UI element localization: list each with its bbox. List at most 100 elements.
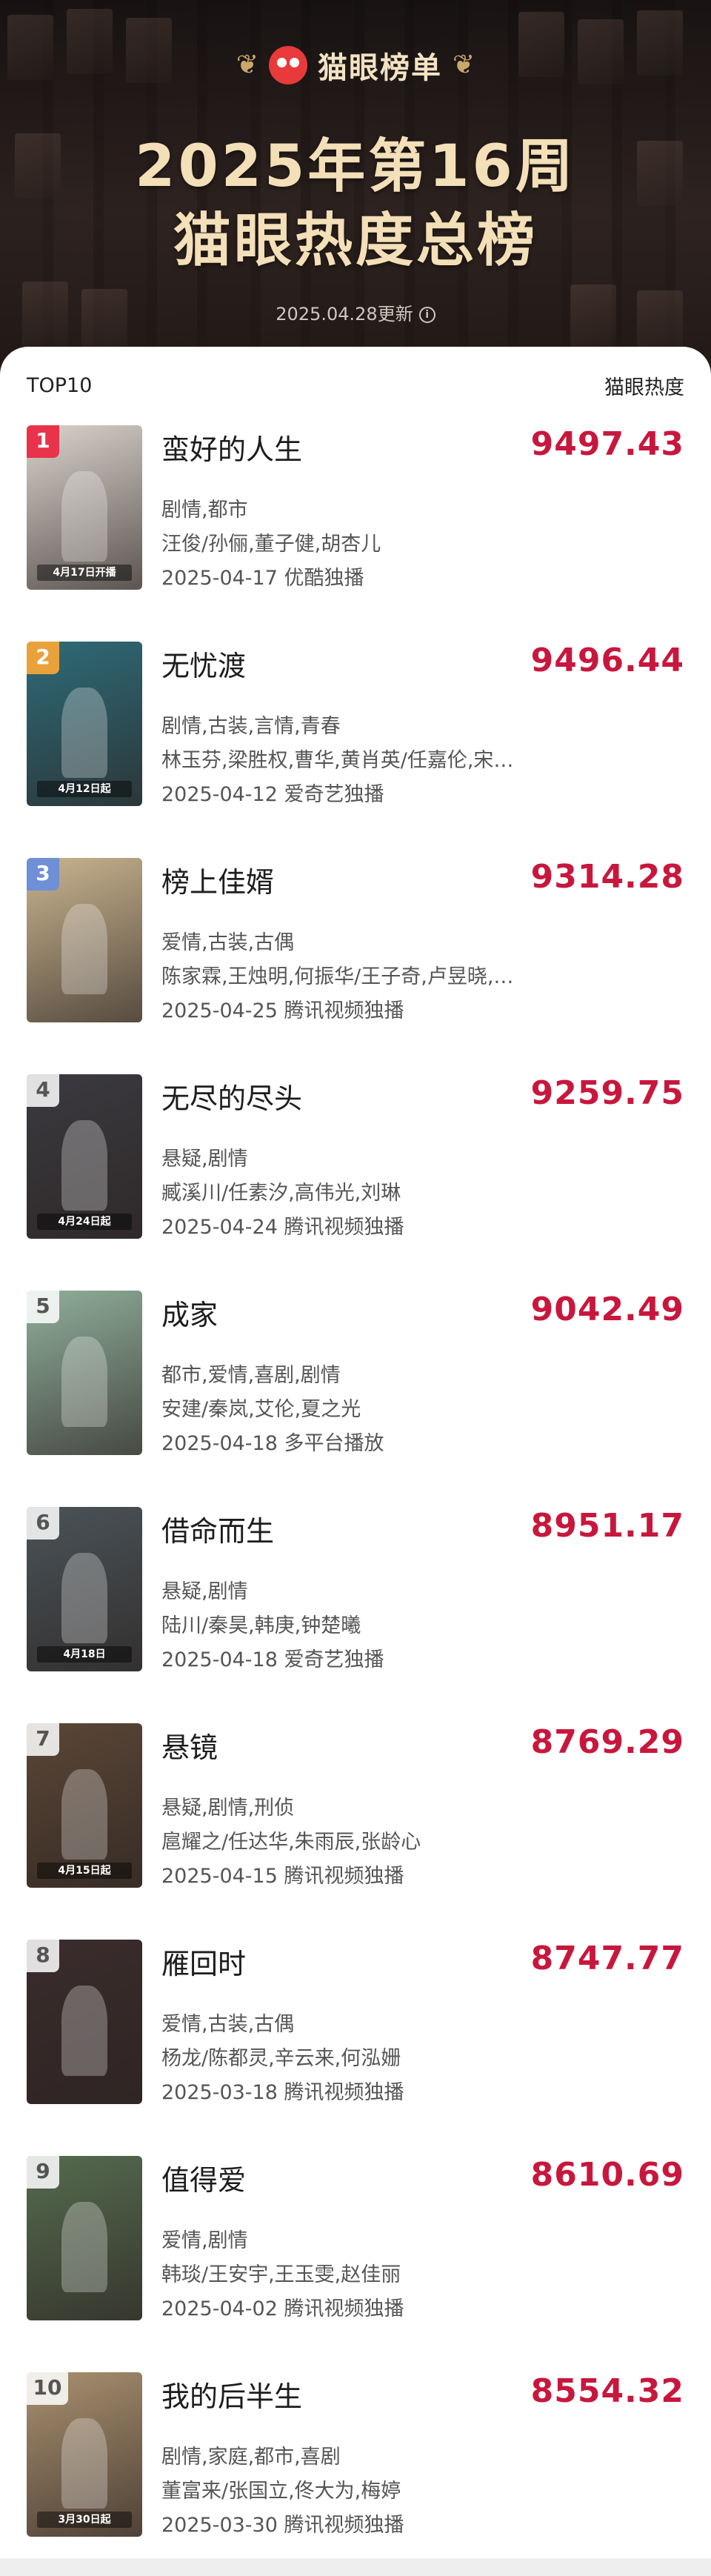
- item-release: 2025-04-02 腾讯视频独播: [161, 2297, 404, 2320]
- poster-image[interactable]: 9: [27, 2156, 142, 2320]
- list-item[interactable]: 3月30日起 10 我的后半生 8554.32 剧情,家庭,都市,喜剧 董富来/…: [0, 2372, 711, 2576]
- list-item[interactable]: 5 成家 9042.49 都市,爱情,喜剧,剧情 安建/秦岚,艾伦,夏之光 20…: [0, 1291, 711, 1507]
- rank-badge: 10: [27, 2372, 68, 2405]
- item-heat-score: 8769.29: [530, 1723, 684, 1761]
- item-heat-score: 8951.17: [530, 1507, 684, 1545]
- poster-date-tag: 4月12日起: [37, 781, 132, 797]
- item-title[interactable]: 值得爱: [161, 2157, 246, 2198]
- item-title[interactable]: 蛮好的人生: [161, 427, 302, 467]
- poster-figure: [61, 1120, 108, 1211]
- rank-badge: 3: [27, 858, 59, 891]
- item-cast: 安建/秦岚,艾伦,夏之光: [161, 1398, 361, 1421]
- info-icon[interactable]: i: [418, 307, 435, 323]
- item-genres: 爱情,古装,古偶: [161, 931, 295, 954]
- poster-figure: [61, 1986, 108, 2077]
- item-cast: 林玉芬,梁胜权,曹华,黄肖英/任嘉伦,宋…: [161, 749, 514, 772]
- list-item[interactable]: 8 雁回时 8747.77 爱情,古装,古偶 杨龙/陈都灵,辛云来,何泓姗 20…: [0, 1940, 711, 2156]
- item-title[interactable]: 无忧渡: [161, 643, 246, 684]
- item-genres: 爱情,剧情: [161, 2229, 248, 2252]
- item-heat-score: 8747.77: [530, 1940, 684, 1977]
- item-genres: 剧情,家庭,都市,喜剧: [161, 2446, 341, 2469]
- item-heat-score: 9314.28: [530, 858, 684, 896]
- item-genres: 悬疑,剧情,刑侦: [161, 1797, 295, 1820]
- item-cast: 韩琰/王安宇,王玉雯,赵佳丽: [161, 2263, 401, 2286]
- poster-image[interactable]: 5: [27, 1291, 142, 1455]
- list-item[interactable]: 4月12日起 2 无忧渡 9496.44 剧情,古装,言情,青春 林玉芬,梁胜权…: [0, 642, 711, 858]
- item-cast: 陆川/秦昊,韩庚,钟楚曦: [161, 1614, 361, 1637]
- list-item[interactable]: 4月18日 6 借命而生 8951.17 悬疑,剧情 陆川/秦昊,韩庚,钟楚曦 …: [0, 1507, 711, 1723]
- update-text: 2025.04.28更新: [276, 304, 413, 325]
- poster-date-tag: 3月30日起: [37, 2512, 132, 2528]
- rank-badge: 5: [27, 1291, 59, 1323]
- poster-figure: [61, 471, 108, 562]
- poster-date-tag: 4月18日: [37, 1646, 132, 1663]
- item-heat-score: 9497.43: [530, 425, 684, 463]
- item-title[interactable]: 借命而生: [161, 1508, 274, 1549]
- poster-figure: [61, 1769, 108, 1860]
- laurel-left-icon: ❦: [236, 50, 258, 80]
- item-release: 2025-04-18 多平台播放: [161, 1432, 384, 1455]
- poster-image[interactable]: 4月17日开播 1: [27, 425, 142, 590]
- rank-badge: 6: [27, 1507, 59, 1540]
- item-title[interactable]: 榜上佳婿: [161, 859, 274, 900]
- item-heat-score: 9042.49: [530, 1291, 684, 1328]
- item-genres: 爱情,古装,古偶: [161, 2013, 295, 2036]
- item-title[interactable]: 无尽的尽头: [161, 1076, 302, 1116]
- item-cast: 陈家霖,王烛明,何振华/王子奇,卢昱晓,…: [161, 965, 514, 988]
- maoyan-logo-icon: [269, 46, 307, 84]
- poster-date-tag: 4月24日起: [37, 1214, 132, 1230]
- item-release: 2025-04-15 腾讯视频独播: [161, 1865, 404, 1888]
- rank-badge: 7: [27, 1723, 59, 1756]
- item-genres: 悬疑,剧情: [161, 1148, 248, 1171]
- poster-image[interactable]: 4月15日起 7: [27, 1723, 142, 1888]
- page-title-ranking: 猫眼热度总榜: [173, 207, 538, 274]
- bottom-divider: [0, 2558, 711, 2576]
- item-genres: 都市,爱情,喜剧,剧情: [161, 1364, 341, 1387]
- poster-date-tag: 4月17日开播: [37, 565, 132, 581]
- poster-figure: [61, 2418, 108, 2509]
- list-item[interactable]: 4月24日起 4 无尽的尽头 9259.75 悬疑,剧情 臧溪川/任素汐,高伟光…: [0, 1074, 711, 1291]
- list-header-heat: 猫眼热度: [604, 376, 684, 399]
- item-heat-score: 8554.32: [530, 2372, 684, 2410]
- poster-image[interactable]: 4月18日 6: [27, 1507, 142, 1671]
- poster-image[interactable]: 4月12日起 2: [27, 642, 142, 806]
- rank-badge: 1: [27, 425, 59, 458]
- item-release: 2025-04-25 腾讯视频独播: [161, 999, 404, 1022]
- item-title[interactable]: 我的后半生: [161, 2374, 302, 2414]
- rank-badge: 8: [27, 1940, 59, 1972]
- list-item[interactable]: 3 榜上佳婿 9314.28 爱情,古装,古偶 陈家霖,王烛明,何振华/王子奇,…: [0, 858, 711, 1074]
- item-heat-score: 8610.69: [530, 2156, 684, 2194]
- poster-image[interactable]: 8: [27, 1940, 142, 2104]
- poster-image[interactable]: 3: [27, 858, 142, 1022]
- list-item[interactable]: 9 值得爱 8610.69 爱情,剧情 韩琰/王安宇,王玉雯,赵佳丽 2025-…: [0, 2156, 711, 2372]
- item-title[interactable]: 悬镜: [161, 1725, 218, 1765]
- item-title[interactable]: 成家: [161, 1292, 218, 1333]
- item-release: 2025-03-30 腾讯视频独播: [161, 2514, 404, 2537]
- page-title-week: 2025年第16周: [135, 133, 576, 200]
- ranking-list: 4月17日开播 1 蛮好的人生 9497.43 剧情,都市 汪俊/孙俪,董子健,…: [0, 425, 711, 2576]
- poster-figure: [61, 1553, 108, 1644]
- item-genres: 悬疑,剧情: [161, 1580, 248, 1603]
- laurel-right-icon: ❦: [453, 50, 475, 80]
- rank-badge: 4: [27, 1074, 59, 1107]
- item-release: 2025-04-18 爱奇艺独播: [161, 1648, 384, 1671]
- list-item[interactable]: 4月15日起 7 悬镜 8769.29 悬疑,剧情,刑侦 扈耀之/任达华,朱雨辰…: [0, 1723, 711, 1940]
- poster-figure: [61, 2202, 108, 2293]
- poster-figure: [61, 1337, 108, 1428]
- item-cast: 汪俊/孙俪,董子健,胡杏儿: [161, 533, 381, 556]
- brand: ❦ 猫眼榜单 ❦: [0, 43, 711, 87]
- header-banner: ❦ 猫眼榜单 ❦ 2025年第16周 猫眼热度总榜 2025.04.28更新 i: [0, 0, 711, 385]
- poster-image[interactable]: 4月24日起 4: [27, 1074, 142, 1239]
- item-heat-score: 9259.75: [530, 1074, 684, 1112]
- poster-image[interactable]: 3月30日起 10: [27, 2372, 142, 2537]
- item-release: 2025-04-17 优酷独播: [161, 567, 364, 590]
- item-heat-score: 9496.44: [530, 642, 684, 679]
- item-genres: 剧情,古装,言情,青春: [161, 715, 341, 738]
- poster-figure: [61, 904, 108, 995]
- list-header: TOP10 猫眼热度: [27, 370, 684, 400]
- list-header-top10: TOP10: [27, 373, 93, 397]
- list-item[interactable]: 4月17日开播 1 蛮好的人生 9497.43 剧情,都市 汪俊/孙俪,董子健,…: [0, 425, 711, 642]
- item-cast: 扈耀之/任达华,朱雨辰,张龄心: [161, 1831, 421, 1854]
- item-title[interactable]: 雁回时: [161, 1941, 246, 1982]
- brand-name: 猫眼榜单: [318, 51, 442, 85]
